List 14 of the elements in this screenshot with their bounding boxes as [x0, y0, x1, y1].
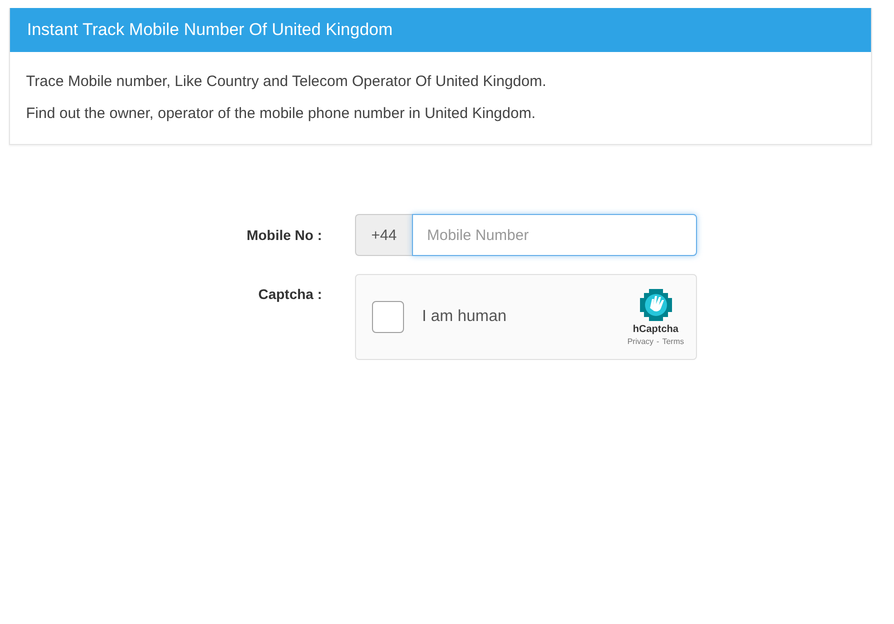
hand-logo-icon — [638, 288, 673, 322]
brand-name: hCaptcha — [632, 324, 678, 335]
mobile-number-field[interactable]: Mobile Number — [412, 214, 697, 256]
description-text: Trace Mobile number, Like Country and Telecom Operator Of United Kingdom. — [26, 72, 548, 92]
captcha-label: Captcha : — [258, 285, 322, 302]
checkbox[interactable] — [372, 301, 404, 333]
privacy-link[interactable]: Privacy — [627, 337, 654, 346]
mobile-label: Mobile No : — [246, 227, 322, 243]
checkbox-label: I am human — [422, 308, 508, 326]
terms-link[interactable]: Terms — [662, 337, 684, 346]
description-text: Find out the owner, operator of the mobile phone number in United Kingdom. — [26, 104, 536, 124]
country-code: +44 — [355, 214, 412, 256]
panel-title: Instant Track Mobile Number Of United Kingdom — [27, 20, 393, 40]
separator-text: - — [656, 337, 660, 346]
